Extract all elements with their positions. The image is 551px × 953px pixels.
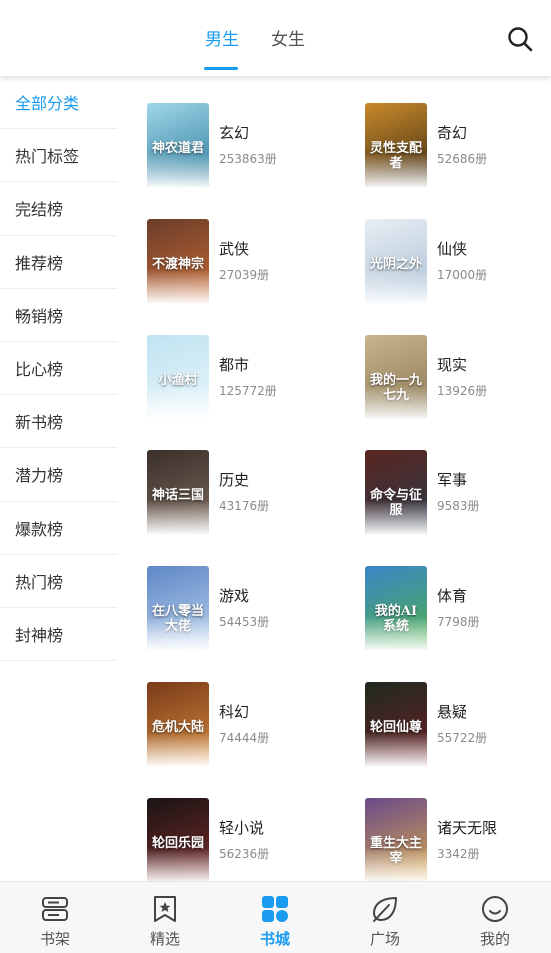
category-count: 54453册 (219, 615, 270, 629)
tab-male[interactable]: 男生 (205, 29, 239, 51)
category-sidebar: 全部分类 热门标签 完结榜 推荐榜 畅销榜 比心榜 新书榜 潜力榜 爆款榜 热门… (0, 76, 117, 881)
nav-bookshelf[interactable]: 书架 (0, 882, 110, 953)
category-card[interactable]: 命令与征服 军事 9583册 (365, 450, 551, 540)
category-count: 125772册 (219, 384, 277, 398)
category-name: 武侠 (219, 240, 250, 258)
book-cover: 轮回仙尊 (365, 682, 427, 766)
book-cover: 光阴之外 (365, 219, 427, 303)
nav-label: 我的 (479, 930, 510, 948)
tab-female[interactable]: 女生 (271, 29, 305, 51)
top-header: 男生 女生 (0, 0, 551, 76)
grid-apps-icon (262, 896, 288, 922)
category-card[interactable]: 小渔村 都市 125772册 (147, 335, 347, 425)
category-card[interactable]: 轮回仙尊 悬疑 55722册 (365, 682, 551, 772)
category-card[interactable]: 光阴之外 仙侠 17000册 (365, 219, 551, 309)
nav-plaza[interactable]: 广场 (330, 882, 440, 953)
sidebar-item-all[interactable]: 全部分类 (0, 76, 117, 130)
sidebar-item-hall-of-fame[interactable]: 封神榜 (0, 608, 117, 662)
category-name: 都市 (219, 356, 250, 374)
category-card[interactable]: 我的AI系统 体育 7798册 (365, 566, 551, 656)
category-name: 科幻 (219, 703, 250, 721)
category-count: 17000册 (437, 268, 488, 282)
category-card[interactable]: 神农道君 玄幻 253863册 (147, 103, 347, 193)
nav-label: 精选 (149, 930, 180, 948)
category-count: 43176册 (219, 499, 270, 513)
category-card[interactable]: 在八零当大佬 游戏 54453册 (147, 566, 347, 656)
sidebar-item-bestselling[interactable]: 畅销榜 (0, 289, 117, 342)
category-count: 253863册 (219, 152, 277, 166)
active-tab-indicator (204, 67, 238, 70)
category-card[interactable]: 灵性支配者 奇幻 52686册 (365, 103, 551, 193)
category-count: 74444册 (219, 731, 270, 745)
category-name: 轻小说 (219, 819, 265, 837)
book-cover: 灵性支配者 (365, 103, 427, 187)
category-card[interactable]: 危机大陆 科幻 74444册 (147, 682, 347, 772)
category-name: 游戏 (219, 587, 250, 605)
book-cover: 我的AI系统 (365, 566, 427, 650)
category-count: 27039册 (219, 268, 270, 282)
sidebar-item-potential[interactable]: 潜力榜 (0, 448, 117, 502)
category-name: 悬疑 (437, 703, 468, 721)
nav-featured[interactable]: 精选 (110, 882, 220, 953)
smile-face-icon (482, 896, 508, 922)
book-cover: 不渡神宗 (147, 219, 209, 303)
bookshelf-icon (42, 897, 68, 921)
category-grid: 神农道君 玄幻 253863册 灵性支配者 奇幻 52686册 不渡神宗 武侠 … (117, 76, 551, 882)
category-count: 7798册 (437, 615, 480, 629)
category-count: 55722册 (437, 731, 488, 745)
sidebar-item-new-books[interactable]: 新书榜 (0, 395, 117, 449)
category-count: 3342册 (437, 847, 480, 861)
book-cover: 轮回乐园 (147, 798, 209, 882)
sidebar-item-viral[interactable]: 爆款榜 (0, 502, 117, 555)
bottom-nav: 书架 精选 书城 广场 我的 (0, 881, 551, 953)
book-cover: 危机大陆 (147, 682, 209, 766)
category-card[interactable]: 神话三国 历史 43176册 (147, 450, 347, 540)
category-name: 仙侠 (437, 240, 468, 258)
category-count: 56236册 (219, 847, 270, 861)
category-card[interactable]: 重生大主宰 诸天无限 3342册 (365, 798, 551, 888)
category-card[interactable]: 我的一九七九 现实 13926册 (365, 335, 551, 425)
nav-mine[interactable]: 我的 (440, 882, 550, 953)
category-name: 诸天无限 (437, 819, 498, 837)
sidebar-item-recommended[interactable]: 推荐榜 (0, 236, 117, 289)
search-button[interactable] (505, 24, 537, 56)
star-bookmark-icon (154, 896, 176, 922)
category-count: 52686册 (437, 152, 488, 166)
book-cover: 神农道君 (147, 103, 209, 187)
nav-label: 书城 (259, 930, 290, 948)
nav-bookstore[interactable]: 书城 (220, 882, 330, 953)
category-card[interactable]: 不渡神宗 武侠 27039册 (147, 219, 347, 309)
category-name: 玄幻 (219, 124, 250, 142)
sidebar-item-heart[interactable]: 比心榜 (0, 342, 117, 396)
nav-label: 广场 (369, 930, 400, 948)
nav-label: 书架 (39, 930, 70, 948)
sidebar-item-completed[interactable]: 完结榜 (0, 182, 117, 236)
category-name: 奇幻 (437, 124, 468, 142)
category-count: 9583册 (437, 499, 480, 513)
book-cover: 神话三国 (147, 450, 209, 534)
category-name: 体育 (437, 587, 468, 605)
category-card[interactable]: 轮回乐园 轻小说 56236册 (147, 798, 347, 888)
category-name: 现实 (437, 356, 468, 374)
category-name: 军事 (437, 471, 468, 489)
leaf-icon (373, 897, 397, 922)
sidebar-item-hot-tags[interactable]: 热门标签 (0, 129, 117, 183)
search-icon (508, 27, 533, 52)
category-count: 13926册 (437, 384, 488, 398)
sidebar-item-popular[interactable]: 热门榜 (0, 555, 117, 608)
book-cover: 小渔村 (147, 335, 209, 419)
book-cover: 在八零当大佬 (147, 566, 209, 650)
category-name: 历史 (219, 471, 250, 489)
book-cover: 我的一九七九 (365, 335, 427, 419)
book-cover: 重生大主宰 (365, 798, 427, 882)
book-cover: 命令与征服 (365, 450, 427, 534)
